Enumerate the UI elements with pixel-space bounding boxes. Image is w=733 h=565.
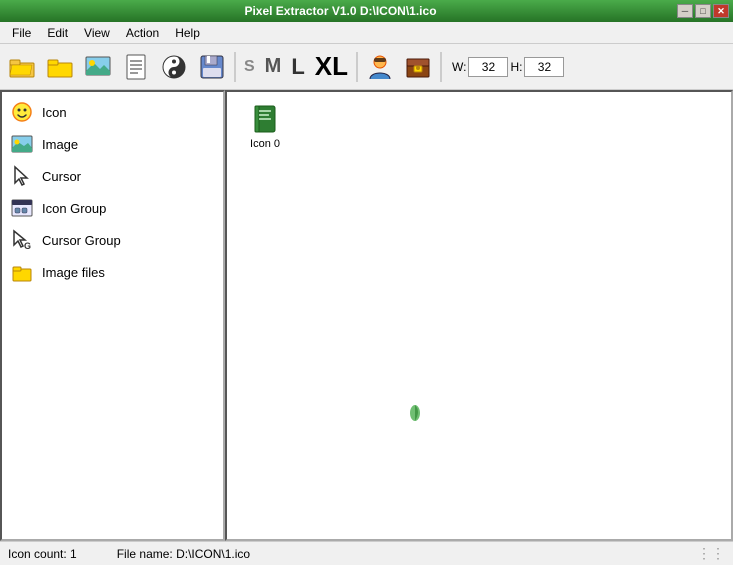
list-item-cursor[interactable]: Cursor	[2, 160, 223, 192]
size-m-button[interactable]: M	[261, 55, 286, 78]
dimension-group: W: H:	[450, 57, 564, 77]
cursor-label: Cursor	[42, 169, 81, 184]
open-folder-button[interactable]	[4, 49, 40, 85]
image-files-label: Image files	[42, 265, 105, 280]
list-item-image[interactable]: Image	[2, 128, 223, 160]
list-item-icon[interactable]: Icon	[2, 96, 223, 128]
file-name: File name: D:\ICON\1.ico	[117, 547, 250, 561]
chest-button[interactable]	[400, 49, 436, 85]
height-input[interactable]	[524, 57, 564, 77]
main-area: Icon Image Cursor	[0, 90, 733, 541]
cursor-group-label: Cursor Group	[42, 233, 121, 248]
minimize-button[interactable]: ─	[677, 4, 693, 18]
list-item-icon-group[interactable]: Icon Group	[2, 192, 223, 224]
cursor-group-type-icon: G	[10, 228, 34, 252]
h-label: H:	[510, 60, 522, 74]
menu-edit[interactable]: Edit	[39, 24, 76, 42]
width-input[interactable]	[468, 57, 508, 77]
image-type-icon	[10, 132, 34, 156]
svg-text:G: G	[24, 241, 31, 251]
menu-help[interactable]: Help	[167, 24, 208, 42]
icon-count: Icon count: 1	[8, 547, 77, 561]
title-bar: Pixel Extractor V1.0 D:\ICON\1.ico ─ □ ✕	[0, 0, 733, 22]
icon-image-0	[249, 104, 281, 136]
close-button[interactable]: ✕	[713, 4, 729, 18]
size-xl-button[interactable]: XL	[311, 51, 352, 82]
size-l-button[interactable]: L	[287, 54, 308, 80]
cursor-type-icon	[10, 164, 34, 188]
person-button[interactable]	[362, 49, 398, 85]
menu-action[interactable]: Action	[118, 24, 167, 42]
status-bar: Icon count: 1 File name: D:\ICON\1.ico ⋮…	[0, 541, 733, 565]
list-item-image-files[interactable]: Image files	[2, 256, 223, 288]
image-label: Image	[42, 137, 78, 152]
status-grip: ⋮⋮	[697, 545, 725, 562]
list-item-cursor-group[interactable]: G Cursor Group	[2, 224, 223, 256]
menu-bar: File Edit View Action Help	[0, 22, 733, 44]
window-controls: ─ □ ✕	[677, 4, 729, 18]
w-label: W:	[452, 60, 466, 74]
title-text: Pixel Extractor V1.0 D:\ICON\1.ico	[4, 4, 677, 18]
right-panel: Icon 0	[225, 90, 733, 541]
folder-button[interactable]	[42, 49, 78, 85]
icon-type-icon	[10, 100, 34, 124]
menu-view[interactable]: View	[76, 24, 118, 42]
icon-group-label: Icon Group	[42, 201, 106, 216]
left-panel: Icon Image Cursor	[0, 90, 225, 541]
yinyang-button[interactable]	[156, 49, 192, 85]
toolbar: S M L XL W: H:	[0, 44, 733, 90]
document-button[interactable]	[118, 49, 154, 85]
floating-icon	[407, 403, 423, 419]
icon-item-0[interactable]: Icon 0	[235, 100, 295, 154]
separator-2	[356, 52, 358, 82]
maximize-button[interactable]: □	[695, 4, 711, 18]
separator-3	[440, 52, 442, 82]
icon-label: Icon	[42, 105, 67, 120]
menu-file[interactable]: File	[4, 24, 39, 42]
image-files-type-icon	[10, 260, 34, 284]
icon-caption-0: Icon 0	[250, 138, 280, 150]
icon-group-type-icon	[10, 196, 34, 220]
save-button[interactable]	[194, 49, 230, 85]
separator-1	[234, 52, 236, 82]
image-button[interactable]	[80, 49, 116, 85]
icon-container: Icon 0	[227, 92, 731, 162]
size-s-button[interactable]: S	[240, 58, 259, 76]
